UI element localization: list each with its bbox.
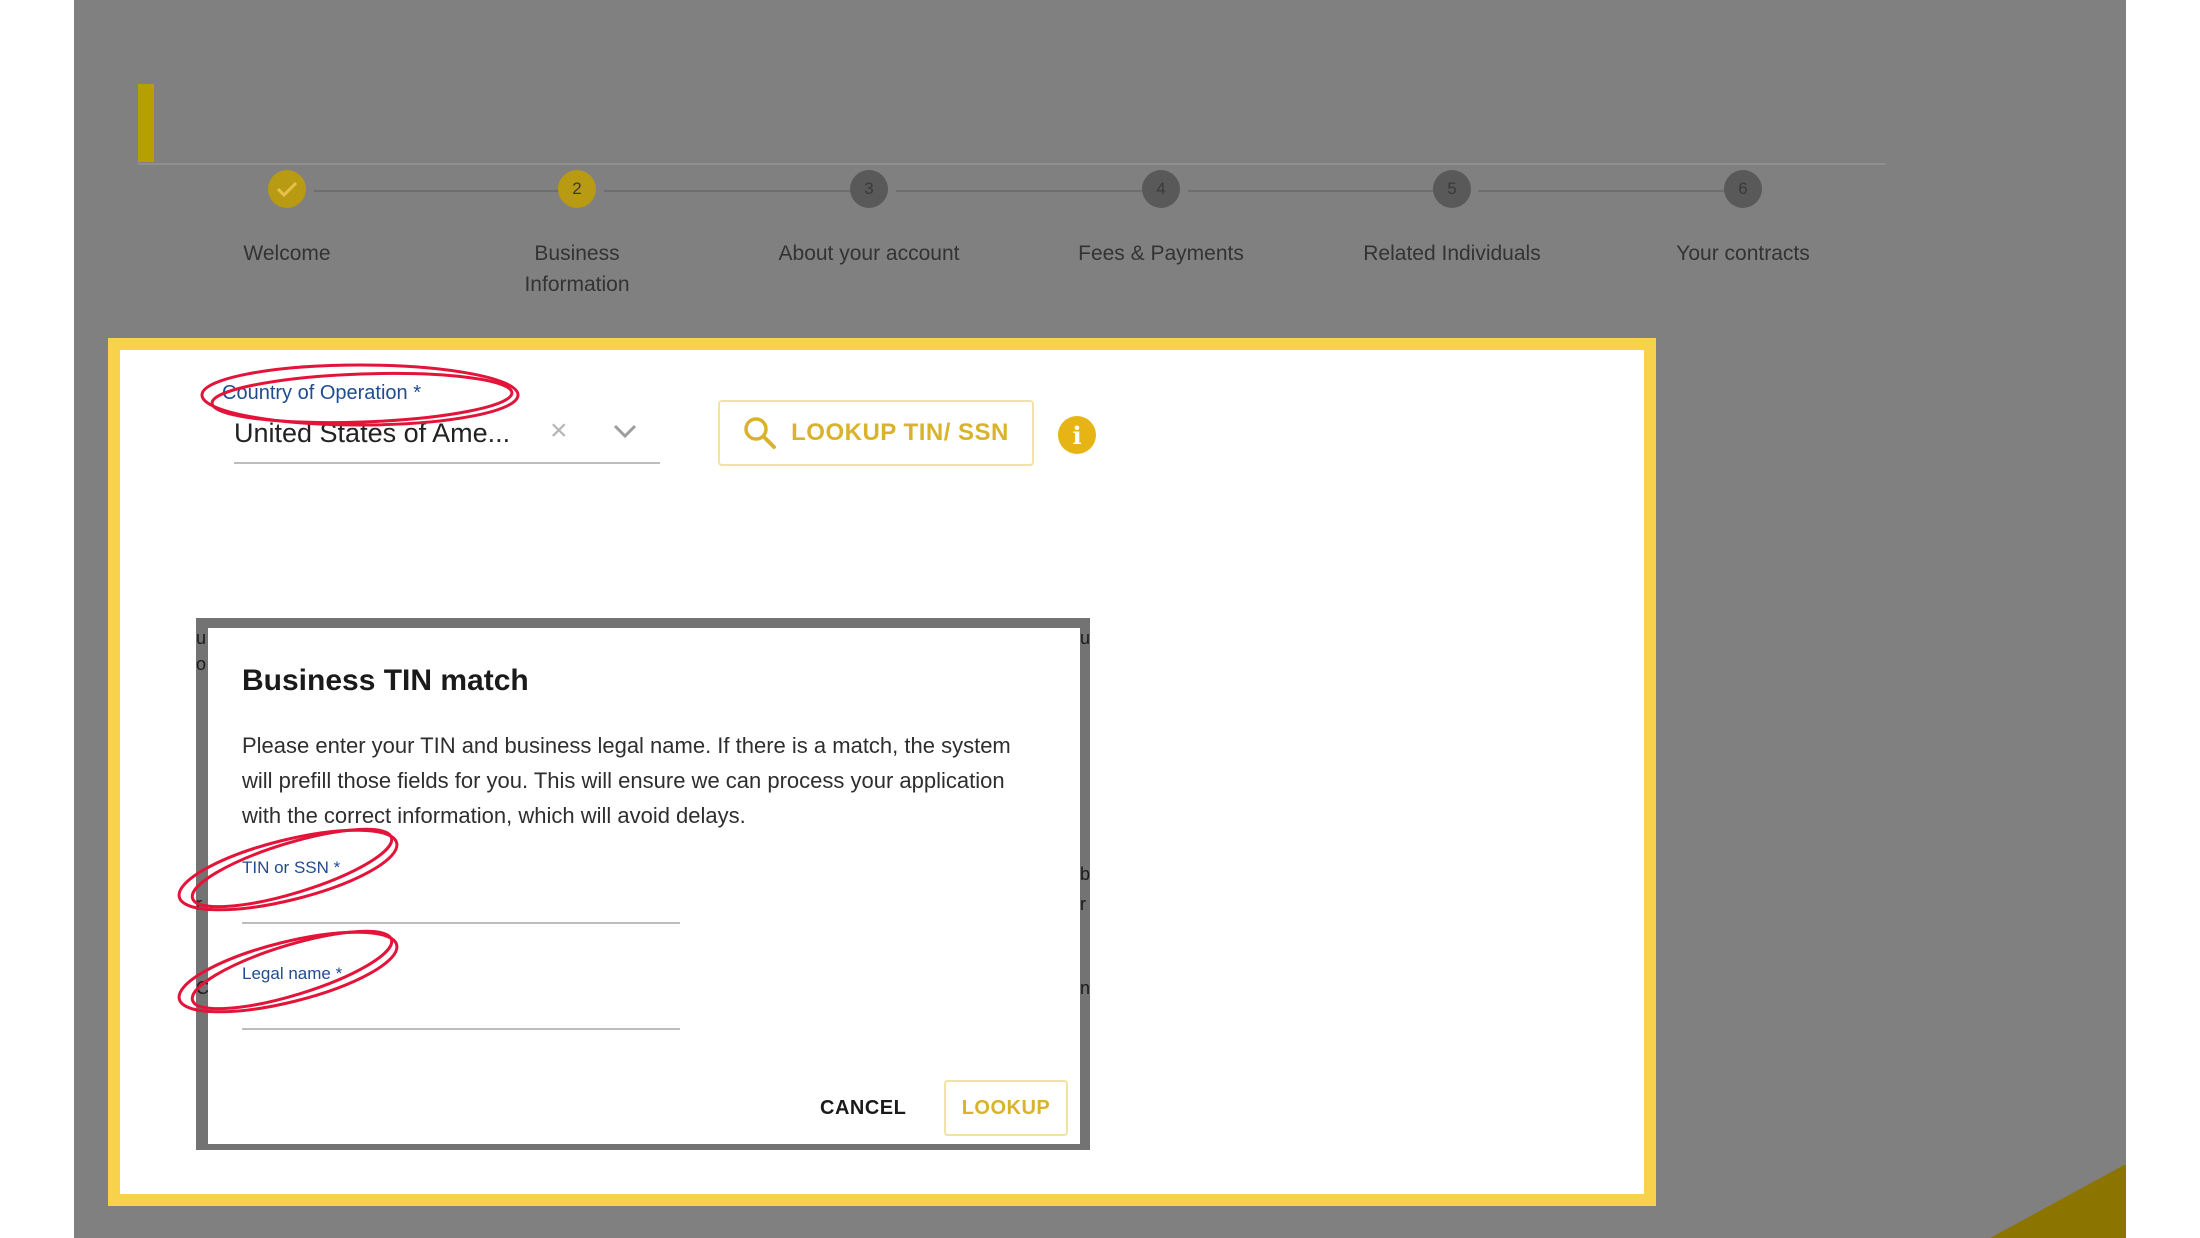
backdrop-text: r — [1080, 894, 1086, 914]
country-of-operation-label: Country of Operation * — [222, 382, 421, 404]
step-business-information[interactable]: 2 Business Information — [437, 170, 717, 300]
step-circle: 4 — [1142, 170, 1180, 208]
business-tin-match-dialog: Business TIN match Please enter your TIN… — [208, 628, 1080, 1144]
backdrop-text: u — [1080, 628, 1091, 648]
cancel-button[interactable]: CANCEL — [814, 1084, 910, 1132]
backdrop-text: u — [196, 628, 207, 648]
backdrop-text: o — [196, 654, 207, 674]
step-circle — [268, 170, 306, 208]
step-label: Business Information — [524, 242, 630, 296]
step-your-contracts[interactable]: 6 Your contracts — [1603, 170, 1883, 269]
lookup-tin-ssn-label: LOOKUP TIN/ SSN — [791, 419, 1009, 446]
info-icon[interactable]: i — [1058, 416, 1096, 454]
country-selected-value: United States of Ame... — [234, 418, 511, 448]
lookup-button[interactable]: LOOKUP — [944, 1080, 1068, 1136]
step-circle: 5 — [1433, 170, 1471, 208]
step-fees-payments[interactable]: 4 Fees & Payments — [1021, 170, 1301, 269]
accent-bar — [138, 84, 154, 162]
backdrop-text: n — [1080, 978, 1091, 998]
step-label: Welcome — [243, 242, 331, 265]
step-label: Your contracts — [1676, 242, 1810, 265]
step-circle: 2 — [558, 170, 596, 208]
dialog-description: Please enter your TIN and business legal… — [242, 733, 1011, 828]
dialog-title: Business TIN match — [242, 664, 529, 697]
tin-or-ssn-label: TIN or SSN * — [242, 858, 341, 877]
chevron-down-icon[interactable] — [612, 422, 638, 440]
step-about-your-account[interactable]: 3 About your account — [729, 170, 1009, 269]
check-icon — [276, 181, 298, 198]
search-icon — [744, 417, 777, 449]
step-label: Related Individuals — [1363, 242, 1541, 265]
backdrop-text: b — [1080, 864, 1091, 884]
step-related-individuals[interactable]: 5 Related Individuals — [1312, 170, 1592, 269]
header-divider — [138, 163, 1886, 165]
legal-name-label: Legal name * — [242, 964, 343, 983]
step-circle: 6 — [1724, 170, 1762, 208]
tin-or-ssn-input[interactable] — [242, 888, 680, 924]
step-welcome[interactable]: Welcome — [147, 170, 427, 269]
backdrop-text: r — [196, 894, 202, 914]
legal-name-input[interactable] — [242, 994, 680, 1030]
step-label: About your account — [778, 242, 960, 265]
step-circle: 3 — [850, 170, 888, 208]
clear-icon[interactable]: × — [550, 414, 568, 448]
lookup-tin-ssn-button[interactable]: LOOKUP TIN/ SSN — [718, 400, 1034, 466]
country-of-operation-select[interactable]: United States of Ame... × — [234, 414, 660, 464]
step-label: Fees & Payments — [1078, 242, 1244, 265]
